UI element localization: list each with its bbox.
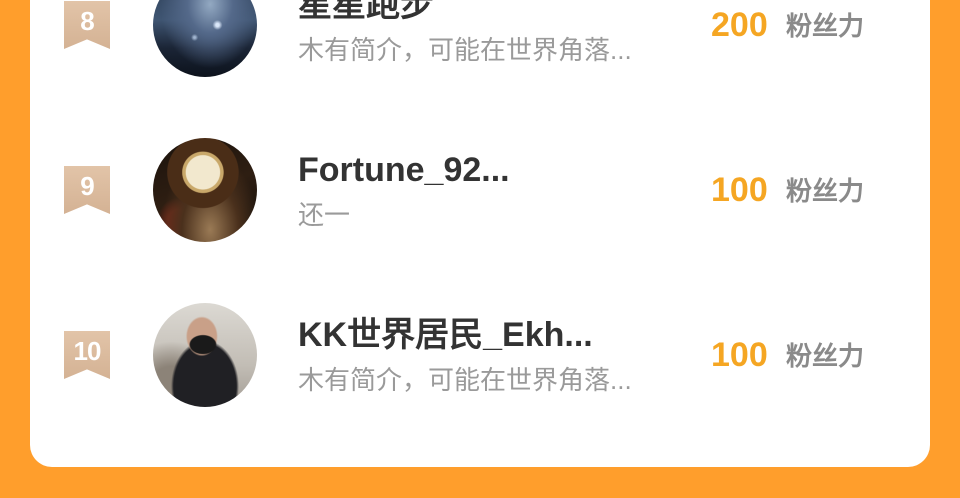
user-name: Fortune_92... — [298, 151, 510, 189]
user-bio: 木有简介，可能在世界角落... — [298, 365, 632, 395]
avatar[interactable] — [153, 138, 257, 242]
user-bio: 木有简介，可能在世界角落... — [298, 35, 632, 65]
fan-power-value: 100 — [711, 336, 768, 374]
rank-number: 9 — [80, 171, 94, 201]
leaderboard-row[interactable]: 8 星星跑步 木有简介，可能在世界角落... 200 粉丝力 — [0, 0, 960, 85]
avatar[interactable] — [153, 0, 257, 77]
rank-number: 10 — [73, 336, 102, 366]
avatar[interactable] — [153, 303, 257, 407]
rank-badge: 9 — [64, 166, 110, 214]
fan-power-label: 粉丝力 — [786, 176, 865, 206]
rank-badge: 10 — [64, 331, 110, 379]
user-name: KK世界居民_Ekh... — [298, 316, 593, 354]
user-name: 星星跑步 — [298, 0, 434, 24]
fan-power-label: 粉丝力 — [786, 341, 865, 371]
leaderboard-row[interactable]: 9 Fortune_92... 还一 100 粉丝力 — [0, 130, 960, 250]
leaderboard-row[interactable]: 10 KK世界居民_Ekh... 木有简介，可能在世界角落... 100 粉丝力 — [0, 295, 960, 415]
fan-power-value: 100 — [711, 171, 768, 209]
rank-badge: 8 — [64, 1, 110, 49]
rank-number: 8 — [80, 6, 94, 36]
user-bio: 还一 — [298, 200, 351, 230]
fan-power-value: 200 — [711, 6, 768, 44]
fan-power-label: 粉丝力 — [786, 11, 865, 41]
